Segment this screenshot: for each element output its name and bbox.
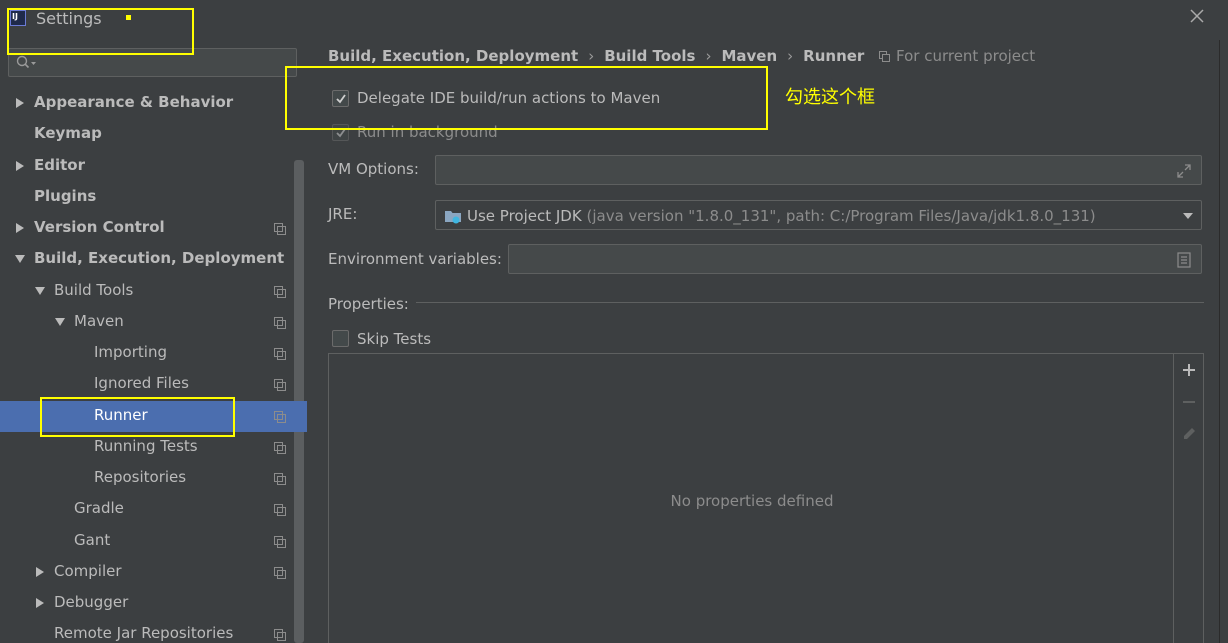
scope-label: For current project xyxy=(896,47,1036,65)
sidebar-item-label: Running Tests xyxy=(94,437,198,455)
edit-icon[interactable] xyxy=(1181,426,1197,442)
breadcrumb-item: Runner xyxy=(803,47,865,65)
expand-icon[interactable] xyxy=(1176,163,1192,179)
annotation-box-runner xyxy=(40,397,235,437)
sidebar-item-label: Remote Jar Repositories xyxy=(54,624,234,642)
project-scope-icon xyxy=(274,348,286,360)
sidebar-item-plugins[interactable]: Plugins xyxy=(0,182,307,213)
sidebar-item-gradle[interactable]: Gradle xyxy=(0,494,307,525)
properties-label: Properties: xyxy=(328,295,409,313)
sidebar-item-appearance-behavior[interactable]: Appearance & Behavior xyxy=(0,88,307,119)
properties-table[interactable]: No properties defined xyxy=(328,353,1174,643)
sidebar-item-maven[interactable]: Maven xyxy=(0,307,307,338)
project-scope-icon xyxy=(274,473,286,485)
chevron-down-icon[interactable] xyxy=(1183,212,1193,220)
sidebar-item-build-tools[interactable]: Build Tools xyxy=(0,276,307,307)
vm-options-label: VM Options: xyxy=(328,160,419,178)
annotation-box-delegate xyxy=(285,66,768,130)
sidebar-item-label: Ignored Files xyxy=(94,374,189,392)
annotation-dot xyxy=(126,15,131,20)
sidebar-item-label: Compiler xyxy=(54,562,122,580)
project-scope-icon xyxy=(274,567,286,579)
breadcrumb-item: Maven xyxy=(721,47,778,65)
vm-options-field[interactable] xyxy=(435,155,1202,185)
sidebar-item-remote-jar-repositories[interactable]: Remote Jar Repositories xyxy=(0,619,307,643)
sidebar-item-label: Gant xyxy=(74,531,111,549)
search-icon xyxy=(16,55,36,69)
sidebar-item-label: Appearance & Behavior xyxy=(34,93,234,111)
breadcrumb: Build, Execution, Deployment › Build Tools… xyxy=(328,47,864,65)
add-icon[interactable] xyxy=(1181,362,1197,378)
jre-selected-value: Use Project JDK xyxy=(467,207,582,225)
project-scope-icon xyxy=(274,317,286,329)
project-scope-icon xyxy=(274,629,286,641)
project-scope-icon xyxy=(879,51,890,62)
project-scope-icon xyxy=(274,442,286,454)
project-scope-icon xyxy=(274,379,286,391)
sidebar-item-version-control[interactable]: Version Control xyxy=(0,213,307,244)
sidebar-item-repositories[interactable]: Repositories xyxy=(0,463,307,494)
properties-separator xyxy=(416,302,1204,303)
sidebar-item-editor[interactable]: Editor xyxy=(0,151,307,182)
table-toolbar xyxy=(1174,353,1204,643)
skip-tests-label[interactable]: Skip Tests xyxy=(357,330,431,348)
breadcrumb-separator: › xyxy=(705,47,712,65)
project-scope-icon xyxy=(274,411,286,423)
sidebar-item-label: Build, Execution, Deployment xyxy=(34,249,285,267)
sidebar-item-label: Version Control xyxy=(34,218,165,236)
sidebar-item-label: Build Tools xyxy=(54,281,134,299)
jre-detail: (java version "1.8.0_131", path: C:/Prog… xyxy=(586,207,1096,225)
window-edge-scrollbar[interactable] xyxy=(1219,40,1228,643)
scope-indicator: For current project xyxy=(879,47,1035,65)
jre-value: Use Project JDK (java version "1.8.0_131… xyxy=(467,207,1096,225)
remove-icon[interactable] xyxy=(1181,394,1197,410)
chevron-right-icon[interactable] xyxy=(34,597,46,609)
sidebar-item-label: Editor xyxy=(34,156,85,174)
chevron-right-icon[interactable] xyxy=(14,160,26,172)
sidebar-item-label: Maven xyxy=(74,312,124,330)
close-button[interactable] xyxy=(1186,6,1208,28)
project-scope-icon xyxy=(274,536,286,548)
settings-sidebar: Appearance & Behavior Keymap Editor Plugins… xyxy=(0,40,307,643)
annotation-text: 勾选这个框 xyxy=(785,87,875,108)
sidebar-item-debugger[interactable]: Debugger xyxy=(0,588,307,619)
browse-icon[interactable] xyxy=(1177,252,1191,268)
breadcrumb-separator: › xyxy=(588,47,595,65)
breadcrumb-separator: › xyxy=(787,47,794,65)
sidebar-item-build-execution-deployment[interactable]: Build, Execution, Deployment xyxy=(0,244,307,275)
sidebar-item-ignored-files[interactable]: Ignored Files xyxy=(0,369,307,400)
sidebar-item-label: Importing xyxy=(94,343,167,361)
annotation-box-title xyxy=(7,8,194,55)
sidebar-item-keymap[interactable]: Keymap xyxy=(0,119,307,150)
chevron-right-icon[interactable] xyxy=(34,566,46,578)
sidebar-item-label: Gradle xyxy=(74,499,124,517)
chevron-down-icon[interactable] xyxy=(54,316,66,328)
skip-tests-checkbox[interactable] xyxy=(332,330,349,347)
jre-label: JRE: xyxy=(328,205,358,223)
sidebar-item-label: Debugger xyxy=(54,593,129,611)
env-vars-label: Environment variables: xyxy=(328,250,502,268)
settings-content: Build, Execution, Deployment › Build Tools… xyxy=(307,40,1228,643)
project-scope-icon xyxy=(274,223,286,235)
sidebar-item-compiler[interactable]: Compiler xyxy=(0,557,307,588)
chevron-right-icon[interactable] xyxy=(14,97,26,109)
sidebar-item-gant[interactable]: Gant xyxy=(0,526,307,557)
chevron-right-icon[interactable] xyxy=(14,222,26,234)
breadcrumb-item: Build, Execution, Deployment xyxy=(328,47,579,65)
sidebar-item-label: Plugins xyxy=(34,187,97,205)
chevron-down-icon[interactable] xyxy=(34,285,46,297)
env-vars-field[interactable] xyxy=(508,244,1202,274)
jre-select[interactable]: Use Project JDK (java version "1.8.0_131… xyxy=(435,200,1202,230)
sidebar-item-label: Keymap xyxy=(34,124,102,142)
project-scope-icon xyxy=(274,286,286,298)
breadcrumb-item: Build Tools xyxy=(604,47,696,65)
empty-table-message: No properties defined xyxy=(670,492,834,510)
project-scope-icon xyxy=(274,504,286,516)
close-icon xyxy=(1190,9,1204,23)
chevron-down-icon[interactable] xyxy=(14,253,26,265)
sidebar-item-label: Repositories xyxy=(94,468,187,486)
sidebar-item-importing[interactable]: Importing xyxy=(0,338,307,369)
jdk-folder-icon xyxy=(445,211,461,224)
